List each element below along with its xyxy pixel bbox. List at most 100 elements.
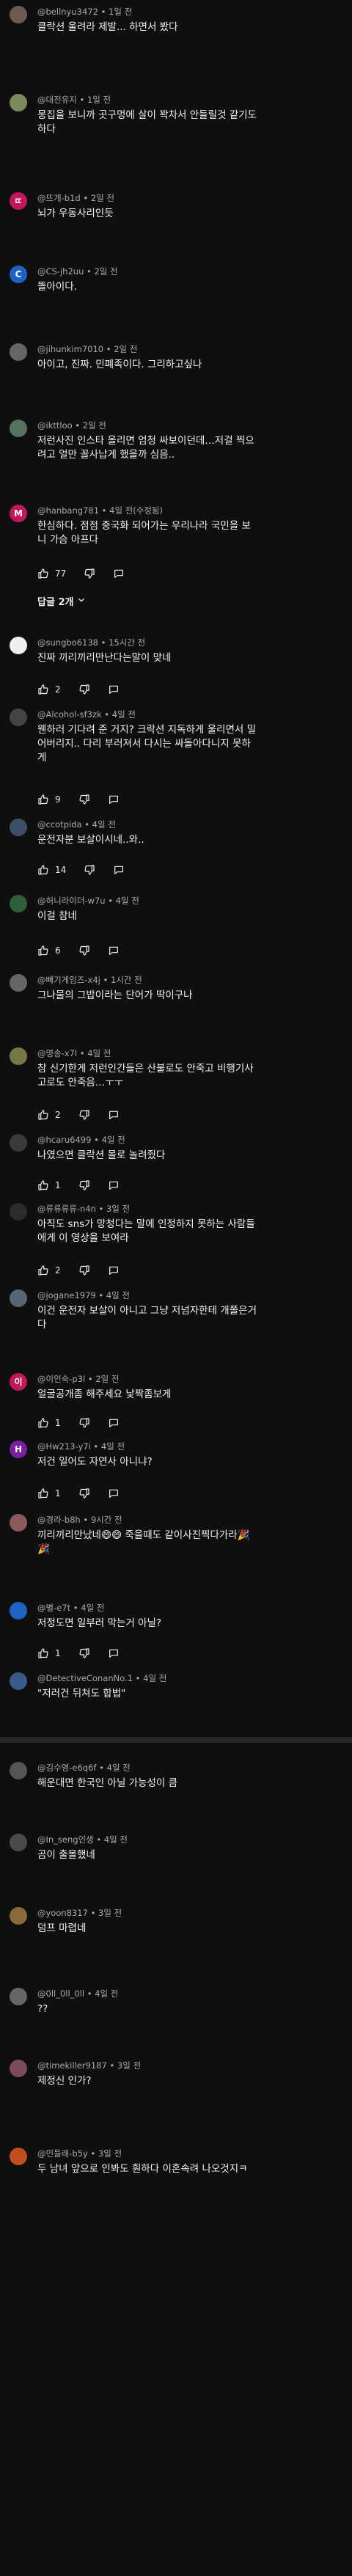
avatar[interactable] [10, 1988, 27, 2005]
avatar[interactable] [10, 1289, 27, 1307]
comment-author[interactable]: @yoon8317 [37, 1908, 88, 1918]
thumb-down-icon[interactable] [78, 1647, 90, 1659]
comment-icon[interactable] [108, 1179, 120, 1191]
separator-dot: • [70, 1603, 81, 1613]
replies-toggle-button[interactable]: 답글 2개 [37, 594, 87, 608]
comment-author[interactable]: @ccotpida [37, 819, 82, 830]
avatar[interactable]: M [10, 505, 27, 522]
avatar[interactable]: ㄸ [10, 192, 27, 210]
thumb-up-icon[interactable] [37, 945, 49, 956]
comment-author[interactable]: @hcaru6499 [37, 1135, 91, 1145]
comment-icon[interactable] [108, 1488, 120, 1499]
avatar[interactable]: C [10, 266, 27, 283]
thumb-down-icon[interactable] [78, 1417, 90, 1429]
avatar[interactable] [10, 1762, 27, 1779]
comment-meta: @별-e7t • 4일 전 [37, 1602, 104, 1614]
comment-author[interactable]: @0ll_0ll_0ll [37, 1988, 84, 1999]
thumb-down-icon[interactable] [78, 1109, 90, 1121]
comment-author[interactable]: @허니라이더-w7u [37, 896, 106, 906]
comment-author[interactable]: @류류류류-n4n [37, 1204, 96, 1214]
avatar[interactable] [10, 895, 27, 912]
comment-icon[interactable] [108, 1109, 120, 1121]
avatar[interactable] [10, 1907, 27, 1925]
thumb-down-icon[interactable] [78, 1265, 90, 1276]
thumb-up-icon[interactable] [37, 568, 49, 579]
comment-time: 2일 전 [90, 193, 114, 203]
avatar[interactable]: 이 [10, 1373, 27, 1391]
comment-author[interactable]: @hanbang781 [37, 505, 99, 516]
comment-author[interactable]: @bellnyu3472 [37, 7, 98, 17]
separator-dot: • [95, 1290, 106, 1300]
comment-icon[interactable] [108, 945, 120, 956]
avatar[interactable] [10, 420, 27, 437]
comment-author[interactable]: @뜨개-b1d [37, 193, 81, 203]
thumb-up-icon[interactable] [37, 1265, 49, 1276]
comment-author[interactable]: @명송-x7l [37, 1048, 77, 1058]
comment-icon[interactable] [113, 864, 125, 876]
avatar[interactable] [10, 819, 27, 836]
thumb-down-icon[interactable] [84, 568, 95, 579]
thumb-up-icon[interactable] [37, 1647, 49, 1659]
comment-author[interactable]: @DetectiveConanNo.1 [37, 1673, 133, 1683]
thumb-up-icon[interactable] [37, 1417, 49, 1429]
avatar[interactable] [10, 1602, 27, 1620]
separator-dot: • [99, 505, 110, 516]
comment-author[interactable]: @별-e7t [37, 1603, 70, 1613]
comment-icon[interactable] [108, 1417, 120, 1429]
comment-author[interactable]: @jogane1979 [37, 1290, 96, 1300]
comment-author[interactable]: @In_seng인생 [37, 1834, 94, 1845]
comment-author[interactable]: @Alcohol-sf3zk [37, 709, 102, 720]
avatar[interactable] [10, 6, 27, 23]
avatar[interactable] [10, 2060, 27, 2077]
comment-text: 한심하다. 점점 중국화 되어가는 우리나라 국민을 보니 가슴 아프다 [37, 520, 251, 546]
comment-icon[interactable] [108, 684, 120, 695]
thumb-down-icon[interactable] [78, 684, 90, 695]
comment-icon[interactable] [108, 794, 120, 805]
avatar[interactable] [10, 1514, 27, 1532]
comment-author[interactable]: @timekiller9187 [37, 2060, 107, 2071]
comment-author[interactable]: @경라-b8h [37, 1515, 81, 1525]
thumb-down-icon[interactable] [78, 1488, 90, 1499]
thumb-up-icon[interactable] [37, 684, 49, 695]
avatar[interactable] [10, 1134, 27, 1152]
thumb-up-icon[interactable] [37, 864, 49, 876]
comment-text: 진짜 끼리끼리만난다는말이 맞네 [37, 652, 172, 664]
avatar[interactable] [10, 1672, 27, 1690]
thumb-down-icon[interactable] [78, 1179, 90, 1191]
comment-author[interactable]: @sungbo6138 [37, 637, 98, 648]
comment-time: 2일 전 [94, 266, 118, 277]
comment-actions: 2 [37, 1108, 120, 1122]
thumb-down-icon[interactable] [78, 794, 90, 805]
avatar[interactable] [10, 974, 27, 992]
avatar[interactable] [10, 2148, 27, 2165]
comment-time: 3일 전 [117, 2060, 142, 2071]
thumb-up-icon[interactable] [37, 1109, 49, 1121]
thumb-up-icon[interactable] [37, 794, 49, 805]
thumb-up-icon[interactable] [37, 1488, 49, 1499]
comment-icon[interactable] [108, 1647, 120, 1659]
comment-author[interactable]: @대전유지 [37, 95, 77, 105]
thumb-up-icon[interactable] [37, 1179, 49, 1191]
comment-time: 4일 전(수정됨) [109, 505, 163, 516]
avatar[interactable] [10, 637, 27, 654]
avatar[interactable] [10, 1047, 27, 1065]
avatar[interactable] [10, 1834, 27, 1851]
thumb-down-icon[interactable] [78, 945, 90, 956]
avatar[interactable] [10, 343, 27, 361]
avatar[interactable] [10, 94, 27, 111]
avatar[interactable] [10, 709, 27, 726]
comment-author[interactable]: @CS-jh2uu [37, 266, 84, 277]
avatar[interactable] [10, 1203, 27, 1221]
thumb-down-icon[interactable] [84, 864, 95, 876]
comment-icon[interactable] [113, 568, 125, 579]
comment-author[interactable]: @ikttloo [37, 420, 73, 431]
comment-author[interactable]: @Hw213-y7i [37, 1441, 91, 1452]
comment-icon[interactable] [108, 1265, 120, 1276]
comment-author[interactable]: @jihunkim7010 [37, 344, 103, 354]
avatar[interactable]: H [10, 1441, 27, 1458]
comment-author[interactable]: @이인숙-p3l [37, 1374, 85, 1384]
comment-author[interactable]: @빼기게임즈-x4j [37, 975, 100, 985]
comment-author[interactable]: @김수영-e6q6f [37, 1763, 96, 1773]
comment-meta: @뜨개-b1d • 2일 전 [37, 192, 114, 204]
comment-author[interactable]: @민들래-b5y [37, 2148, 88, 2159]
